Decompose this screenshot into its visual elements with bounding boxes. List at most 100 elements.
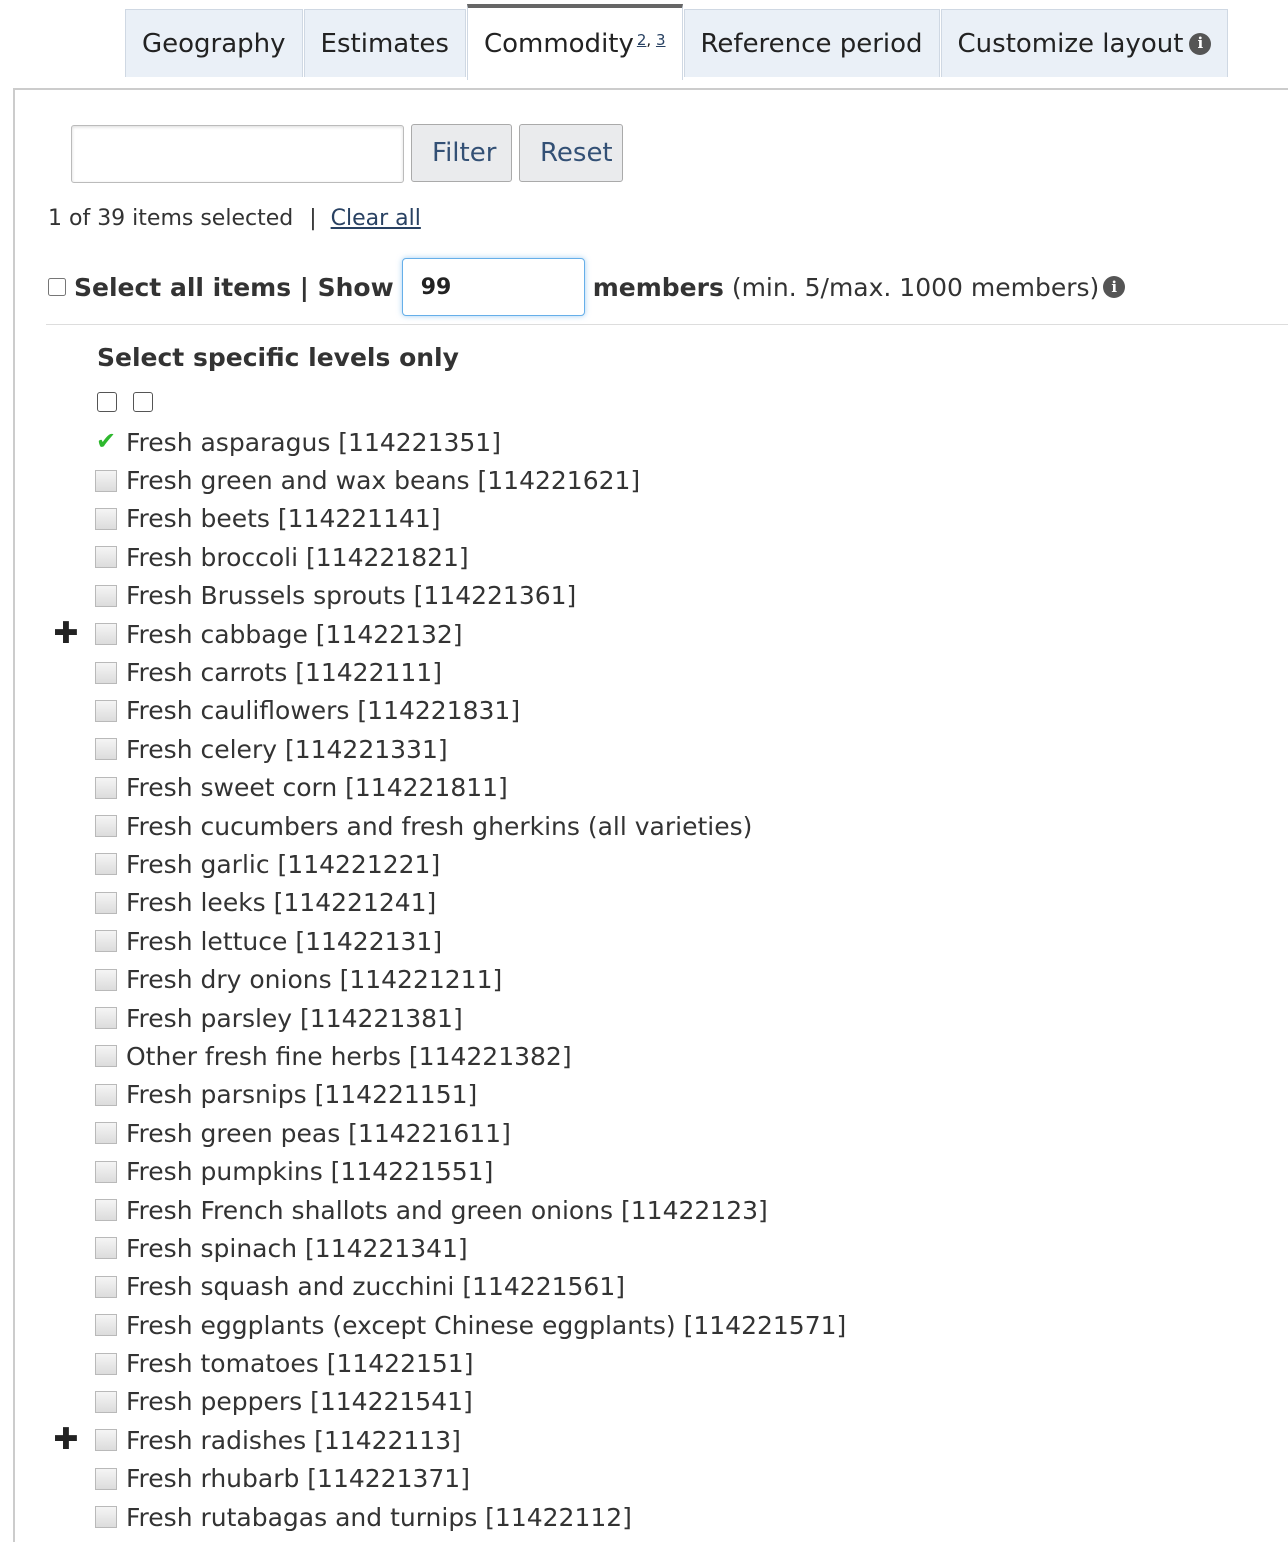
item-checkbox[interactable] <box>95 1160 117 1183</box>
list-item[interactable]: ✚ Fresh radishes [11422113] <box>0 1421 1288 1459</box>
tab-reference-period[interactable]: Reference period <box>683 9 940 77</box>
list-item[interactable]: Fresh pumpkins [114221551] <box>0 1152 1288 1190</box>
item-checkbox[interactable] <box>95 1083 117 1106</box>
item-checkbox[interactable] <box>95 1237 117 1260</box>
list-item[interactable]: Fresh spinach [114221341] <box>0 1229 1288 1267</box>
item-label: Fresh parsley [114221381] <box>126 1003 463 1033</box>
list-item[interactable]: Fresh squash and zucchini [114221561] <box>0 1268 1288 1306</box>
list-item[interactable]: Fresh eggplants (except Chinese eggplant… <box>0 1306 1288 1344</box>
item-label: Fresh French shallots and green onions [… <box>126 1195 768 1225</box>
members-label: members <box>592 272 724 302</box>
item-checkbox[interactable] <box>95 699 117 722</box>
item-label: Fresh green peas [114221611] <box>126 1118 511 1148</box>
list-item[interactable]: Other fresh fine herbs [114221382] <box>0 1037 1288 1075</box>
item-checkbox[interactable] <box>95 507 117 530</box>
filter-input[interactable] <box>71 125 404 183</box>
list-item[interactable]: Fresh green peas [114221611] <box>0 1114 1288 1152</box>
item-checkbox[interactable] <box>95 776 117 799</box>
item-checkbox[interactable] <box>95 469 117 492</box>
item-label: Fresh cabbage [11422132] <box>126 619 463 649</box>
item-checkbox[interactable] <box>95 1199 117 1221</box>
item-checkbox[interactable] <box>95 1390 117 1413</box>
list-item[interactable]: Fresh lettuce [11422131] <box>0 922 1288 960</box>
item-label: Other fresh fine herbs [114221382] <box>126 1041 572 1071</box>
item-label: Fresh asparagus [114221351] <box>126 427 501 457</box>
item-label: Fresh broccoli [114221821] <box>126 542 469 572</box>
list-item[interactable]: Fresh garlic [114221221] <box>0 845 1288 883</box>
list-item[interactable]: Fresh celery [114221331] <box>0 730 1288 768</box>
item-label: Fresh spinach [114221341] <box>126 1233 468 1263</box>
item-checkbox[interactable] <box>95 738 117 761</box>
list-item[interactable]: Fresh rutabagas and turnips [11422112] <box>0 1498 1288 1536</box>
tab-label: Commodity <box>483 29 634 59</box>
list-item[interactable]: Fresh peppers [114221541] <box>0 1383 1288 1421</box>
footnote-link-3[interactable]: 3 <box>656 31 666 49</box>
list-item[interactable]: Fresh dry onions [114221211] <box>0 960 1288 998</box>
item-label: Fresh sweet corn [114221811] <box>126 773 508 803</box>
tab-geography[interactable]: Geography <box>125 9 303 77</box>
level-checkboxes <box>97 392 153 412</box>
item-checkbox[interactable] <box>95 891 117 914</box>
item-label: Fresh dry onions [114221211] <box>126 965 503 995</box>
item-checkbox[interactable] <box>95 1467 117 1490</box>
clear-all-link[interactable]: Clear all <box>331 206 421 231</box>
plus-icon[interactable]: ✚ <box>53 619 79 649</box>
info-icon[interactable]: i <box>1103 276 1126 298</box>
divider <box>46 324 1288 325</box>
item-checkbox[interactable] <box>95 623 117 646</box>
commodity-list: ✔ Fresh asparagus [114221351] Fresh green … <box>0 423 1288 1536</box>
list-item[interactable]: Fresh carrots [11422111] <box>0 653 1288 691</box>
item-checkbox[interactable] <box>95 853 117 876</box>
item-checkbox[interactable] <box>95 1007 117 1030</box>
plus-icon[interactable]: ✚ <box>53 1425 79 1455</box>
list-item[interactable]: Fresh Brussels sprouts [114221361] <box>0 577 1288 615</box>
level-1-checkbox[interactable] <box>97 392 117 412</box>
item-label: Fresh green and wax beans [114221621] <box>126 466 641 496</box>
tab-label: Geography <box>142 28 286 59</box>
item-checkbox[interactable] <box>95 930 117 953</box>
list-item[interactable]: Fresh cucumbers and fresh gherkins (all … <box>0 807 1288 845</box>
item-checkbox[interactable] <box>95 1429 117 1452</box>
list-item[interactable]: Fresh French shallots and green onions [… <box>0 1191 1288 1229</box>
reset-button[interactable]: Reset <box>519 124 623 182</box>
select-all-checkbox[interactable] <box>48 278 66 296</box>
list-item[interactable]: Fresh sweet corn [114221811] <box>0 769 1288 807</box>
item-label: Fresh rhubarb [114221371] <box>126 1464 470 1494</box>
list-item[interactable]: Fresh green and wax beans [114221621] <box>0 461 1288 499</box>
list-item[interactable]: Fresh parsley [114221381] <box>0 999 1288 1037</box>
list-item[interactable]: Fresh beets [114221141] <box>0 500 1288 538</box>
item-label: Fresh pumpkins [114221551] <box>126 1157 494 1187</box>
item-checkbox[interactable] <box>95 968 117 991</box>
filter-button[interactable]: Filter <box>411 124 512 182</box>
item-checkbox[interactable] <box>95 661 117 684</box>
tab-commodity[interactable]: Commodity 2, 3 <box>466 4 683 80</box>
item-checkbox[interactable]: ✔ <box>95 429 117 453</box>
item-checkbox[interactable] <box>95 1045 117 1068</box>
item-checkbox[interactable] <box>95 815 117 838</box>
item-checkbox[interactable] <box>95 1352 117 1375</box>
info-icon[interactable]: i <box>1189 32 1212 55</box>
list-item[interactable]: ✚ Fresh cabbage [11422132] <box>0 615 1288 653</box>
tab-customize-layout[interactable]: Customize layout i <box>940 9 1229 77</box>
tab-estimates[interactable]: Estimates <box>303 9 466 77</box>
item-checkbox[interactable] <box>95 584 117 607</box>
item-label: Fresh lettuce [11422131] <box>126 926 443 956</box>
item-checkbox[interactable] <box>95 1122 117 1145</box>
list-item[interactable]: Fresh cauliflowers [114221831] <box>0 692 1288 730</box>
list-item[interactable]: ✔ Fresh asparagus [114221351] <box>0 423 1288 461</box>
item-label: Fresh cucumbers and fresh gherkins (all … <box>126 811 753 841</box>
level-2-checkbox[interactable] <box>133 392 153 412</box>
item-label: Fresh parsnips [114221151] <box>126 1080 478 1110</box>
members-count-input[interactable] <box>401 258 585 316</box>
list-item[interactable]: Fresh leeks [114221241] <box>0 884 1288 922</box>
item-checkbox[interactable] <box>95 1506 117 1529</box>
item-checkbox[interactable] <box>95 546 117 569</box>
list-item[interactable]: Fresh rhubarb [114221371] <box>0 1460 1288 1498</box>
list-item[interactable]: Fresh tomatoes [11422151] <box>0 1344 1288 1382</box>
list-item[interactable]: Fresh parsnips [114221151] <box>0 1076 1288 1114</box>
item-checkbox[interactable] <box>95 1275 117 1298</box>
list-item[interactable]: Fresh broccoli [114221821] <box>0 538 1288 576</box>
item-checkbox[interactable] <box>95 1314 117 1337</box>
show-members-row: Select all items | Show members (min. 5/… <box>48 258 1126 316</box>
footnote-link-2[interactable]: 2 <box>637 31 647 49</box>
